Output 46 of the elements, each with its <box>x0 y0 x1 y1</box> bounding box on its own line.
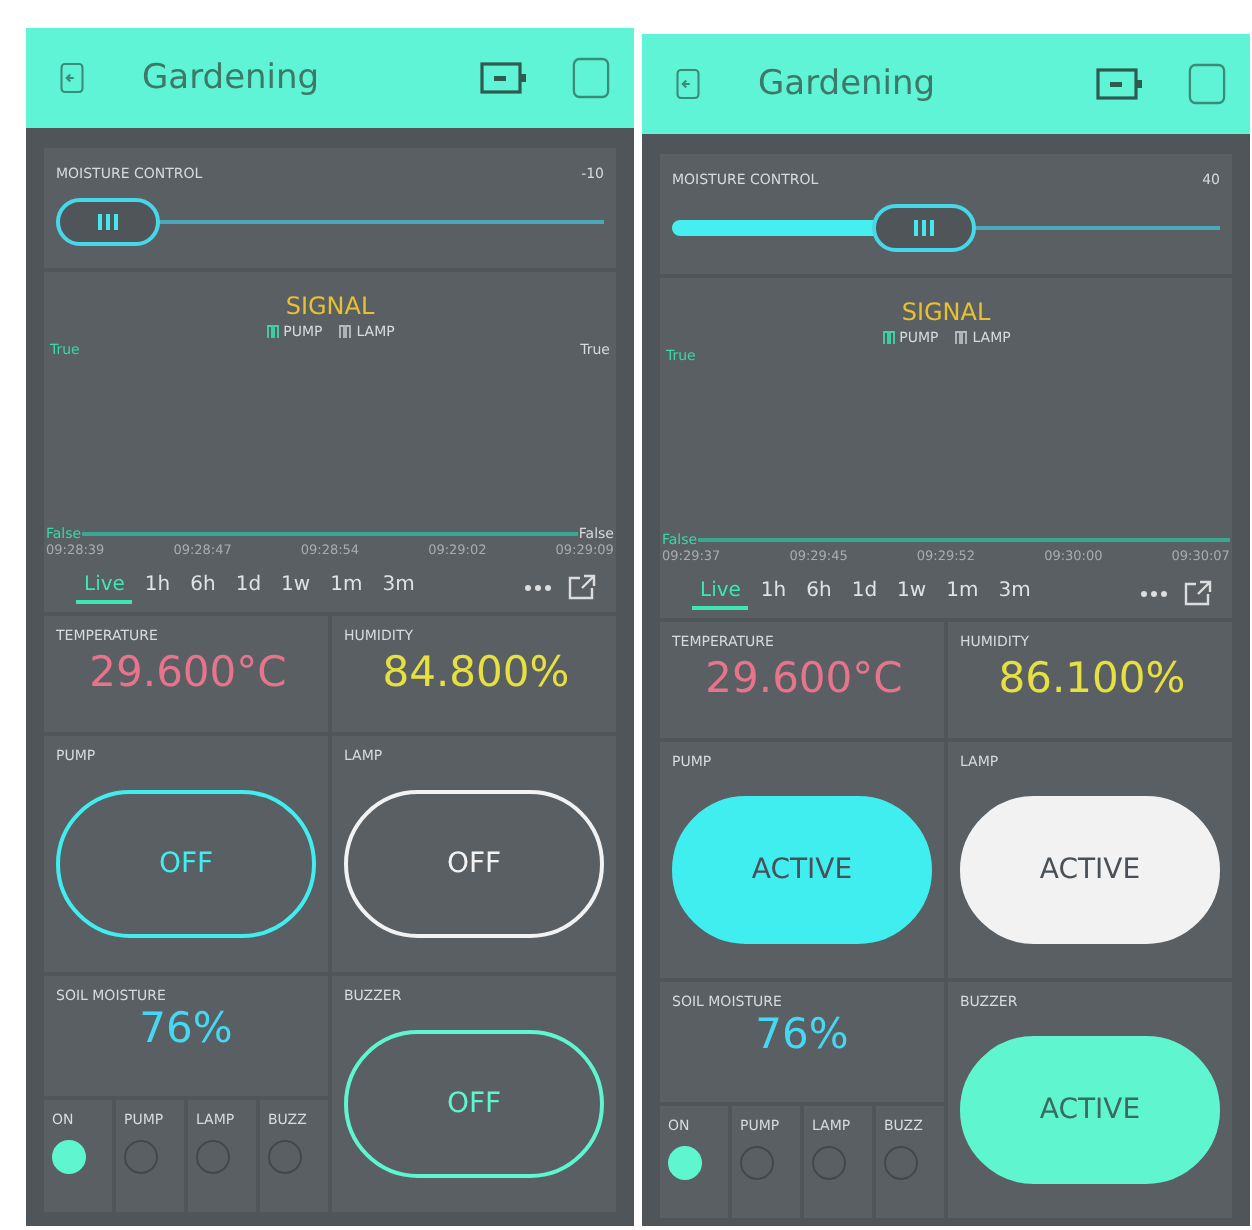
range-tab[interactable]: 1m <box>938 576 987 610</box>
range-tab[interactable]: 1w <box>273 570 319 604</box>
range-tab[interactable]: 1d <box>227 570 270 604</box>
range-tab[interactable]: Live <box>692 576 749 610</box>
range-tab[interactable]: 1h <box>752 576 795 610</box>
reading-value: 86.100% <box>996 654 1188 702</box>
project-title: Gardening <box>758 64 938 104</box>
range-tab[interactable]: 3m <box>374 570 423 604</box>
device-icon[interactable] <box>1096 66 1144 102</box>
reading-value: 76% <box>137 1004 235 1052</box>
reading-value: 29.600°C <box>87 648 289 696</box>
legend-icon <box>265 324 280 340</box>
chart-title: SIGNAL <box>283 292 377 320</box>
square-icon[interactable] <box>572 56 610 100</box>
range-tab[interactable]: Live <box>76 570 133 604</box>
toggle-button[interactable]: OFF <box>344 1030 604 1178</box>
square-icon[interactable] <box>1188 62 1226 106</box>
toggle-button[interactable]: OFF <box>56 790 316 938</box>
range-tab[interactable]: 6h <box>798 576 840 610</box>
slider-thumb[interactable] <box>871 204 976 252</box>
range-tab[interactable]: 1h <box>136 570 179 604</box>
expand-icon[interactable] <box>1184 580 1212 606</box>
project-title: Gardening <box>142 58 322 98</box>
range-tab[interactable]: 1w <box>889 576 935 610</box>
slider-thumb[interactable] <box>56 198 160 246</box>
toggle-button[interactable]: OFF <box>344 790 604 938</box>
legend-icon <box>954 330 969 346</box>
legend-icon <box>881 330 896 346</box>
toggle-button[interactable]: ACTIVE <box>960 1036 1220 1184</box>
range-tab[interactable]: 1m <box>322 570 371 604</box>
expand-icon[interactable] <box>568 574 596 600</box>
back-icon[interactable] <box>58 60 86 96</box>
back-icon[interactable] <box>674 66 702 102</box>
range-tab[interactable]: 6h <box>182 570 224 604</box>
legend-icon <box>338 324 353 340</box>
range-tab[interactable]: 1d <box>843 576 886 610</box>
range-tab[interactable]: 3m <box>990 576 1039 610</box>
more-icon[interactable] <box>1140 589 1168 597</box>
chart-title: SIGNAL <box>899 298 993 326</box>
reading-value: 76% <box>753 1010 851 1058</box>
toggle-button[interactable]: ACTIVE <box>672 796 932 944</box>
toggle-button[interactable]: ACTIVE <box>960 796 1220 944</box>
more-icon[interactable] <box>524 583 552 591</box>
reading-value: 84.800% <box>380 648 572 696</box>
device-icon[interactable] <box>480 60 528 96</box>
reading-value: 29.600°C <box>703 654 905 702</box>
